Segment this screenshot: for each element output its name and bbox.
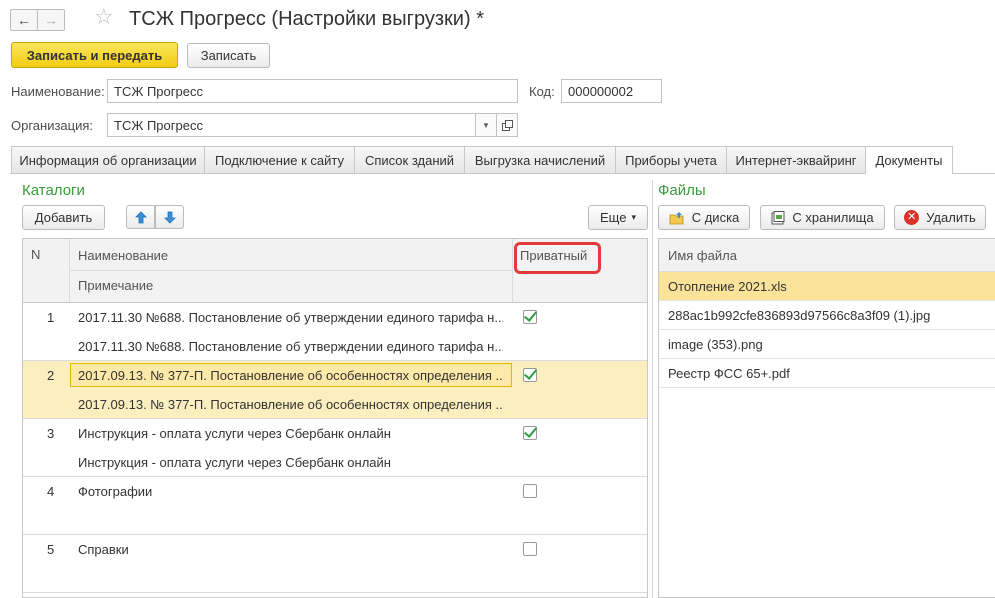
delete-label: Удалить (926, 210, 976, 225)
arrow-right-icon: → (44, 12, 58, 28)
name-input[interactable]: ТСЖ Прогресс (107, 79, 518, 103)
column-header-filename[interactable]: Имя файла (659, 239, 995, 272)
code-input[interactable]: 000000002 (561, 79, 662, 103)
private-checkbox[interactable] (523, 368, 537, 382)
divider (23, 592, 647, 593)
name-label: Наименование: (11, 84, 105, 99)
row-number: 5 (47, 541, 55, 557)
row-number: 1 (47, 309, 55, 325)
row-name[interactable]: Справки (78, 540, 503, 558)
row-number: 3 (47, 425, 55, 441)
file-row[interactable]: Реестр ФСС 65+.pdf (659, 359, 995, 388)
row-name[interactable]: 2017.09.13. № 377-П. Постановление об ос… (78, 366, 503, 384)
code-label: Код: (529, 84, 555, 99)
row-note[interactable]: 2017.11.30 №688. Постановление об утверж… (78, 337, 503, 355)
tab-documents[interactable]: Документы (865, 146, 953, 174)
private-checkbox[interactable] (523, 426, 537, 440)
tab-internet-acquiring[interactable]: Интернет-эквайринг (726, 146, 866, 173)
tab-charges-export[interactable]: Выгрузка начислений (464, 146, 616, 173)
from-disk-button[interactable]: С диска (658, 205, 750, 230)
storage-icon (771, 210, 785, 224)
divider (23, 476, 647, 477)
from-storage-label: С хранилища (792, 210, 874, 225)
tab-meters[interactable]: Приборы учета (615, 146, 727, 173)
catalogs-title: Каталоги (22, 182, 85, 199)
favorite-star-icon[interactable]: ☆ (94, 6, 114, 28)
divider (512, 239, 513, 302)
chevron-down-icon: ▾ (483, 119, 489, 130)
row-name[interactable]: Фотографии (78, 482, 503, 500)
panel-splitter[interactable] (652, 180, 653, 598)
files-table: Имя файла Отопление 2021.xls 288ac1b992c… (658, 238, 995, 598)
column-header-name[interactable]: Наименование (78, 246, 168, 264)
private-checkbox[interactable] (523, 542, 537, 556)
back-button[interactable]: ← (10, 9, 38, 31)
more-label: Еще (600, 210, 627, 225)
organization-input[interactable]: ТСЖ Прогресс (107, 113, 476, 137)
open-button[interactable] (496, 113, 518, 137)
arrow-up-icon (134, 210, 147, 223)
column-header-note[interactable]: Примечание (78, 276, 153, 294)
catalogs-table: N Наименование Примечание Приватный 1 20… (22, 238, 648, 598)
save-and-send-button[interactable]: Записать и передать (11, 42, 178, 68)
arrow-down-icon (163, 211, 176, 224)
page-title: ТСЖ Прогресс (Настройки выгрузки) * (129, 8, 484, 30)
row-number: 2 (47, 367, 55, 383)
open-window-icon (501, 119, 513, 131)
add-button[interactable]: Добавить (22, 205, 105, 230)
forward-button[interactable]: → (37, 9, 65, 31)
tab-organization-info[interactable]: Информация об организации (11, 146, 205, 173)
from-storage-button[interactable]: С хранилища (760, 205, 885, 230)
move-down-button[interactable] (155, 205, 184, 229)
private-checkbox[interactable] (523, 310, 537, 324)
folder-upload-icon (669, 211, 684, 224)
chevron-down-icon: ▾ (631, 212, 636, 222)
delete-icon: ✕ (904, 210, 920, 225)
file-row[interactable]: 288ac1b992cfe836893d97566c8a3f09 (1).jpg (659, 301, 995, 330)
from-disk-label: С диска (691, 210, 740, 225)
arrow-left-icon: ← (17, 12, 31, 28)
delete-button[interactable]: ✕ Удалить (894, 205, 986, 230)
file-row[interactable]: image (353).png (659, 330, 995, 359)
row-name[interactable]: Инструкция - оплата услуги через Сбербан… (78, 424, 503, 442)
row-name[interactable]: 2017.11.30 №688. Постановление об утверж… (78, 308, 503, 326)
tab-site-connection[interactable]: Подключение к сайту (204, 146, 355, 173)
highlight-annotation (514, 242, 601, 274)
file-row-selected[interactable]: Отопление 2021.xls (659, 272, 995, 301)
files-title: Файлы (658, 182, 706, 199)
tab-buildings[interactable]: Список зданий (354, 146, 465, 173)
divider (23, 534, 647, 535)
save-button[interactable]: Записать (187, 43, 270, 68)
column-header-n[interactable]: N (31, 245, 40, 263)
organization-label: Организация: (11, 118, 94, 133)
row-number: 4 (47, 483, 55, 499)
private-checkbox[interactable] (523, 484, 537, 498)
row-note[interactable]: 2017.09.13. № 377-П. Постановление об ос… (78, 395, 503, 413)
divider (23, 418, 647, 419)
row-note[interactable]: Инструкция - оплата услуги через Сбербан… (78, 453, 503, 471)
more-button[interactable]: Еще ▾ (588, 205, 648, 230)
tab-divider (10, 173, 995, 174)
move-up-button[interactable] (126, 205, 155, 229)
divider (70, 270, 512, 271)
dropdown-button[interactable]: ▾ (475, 113, 497, 137)
